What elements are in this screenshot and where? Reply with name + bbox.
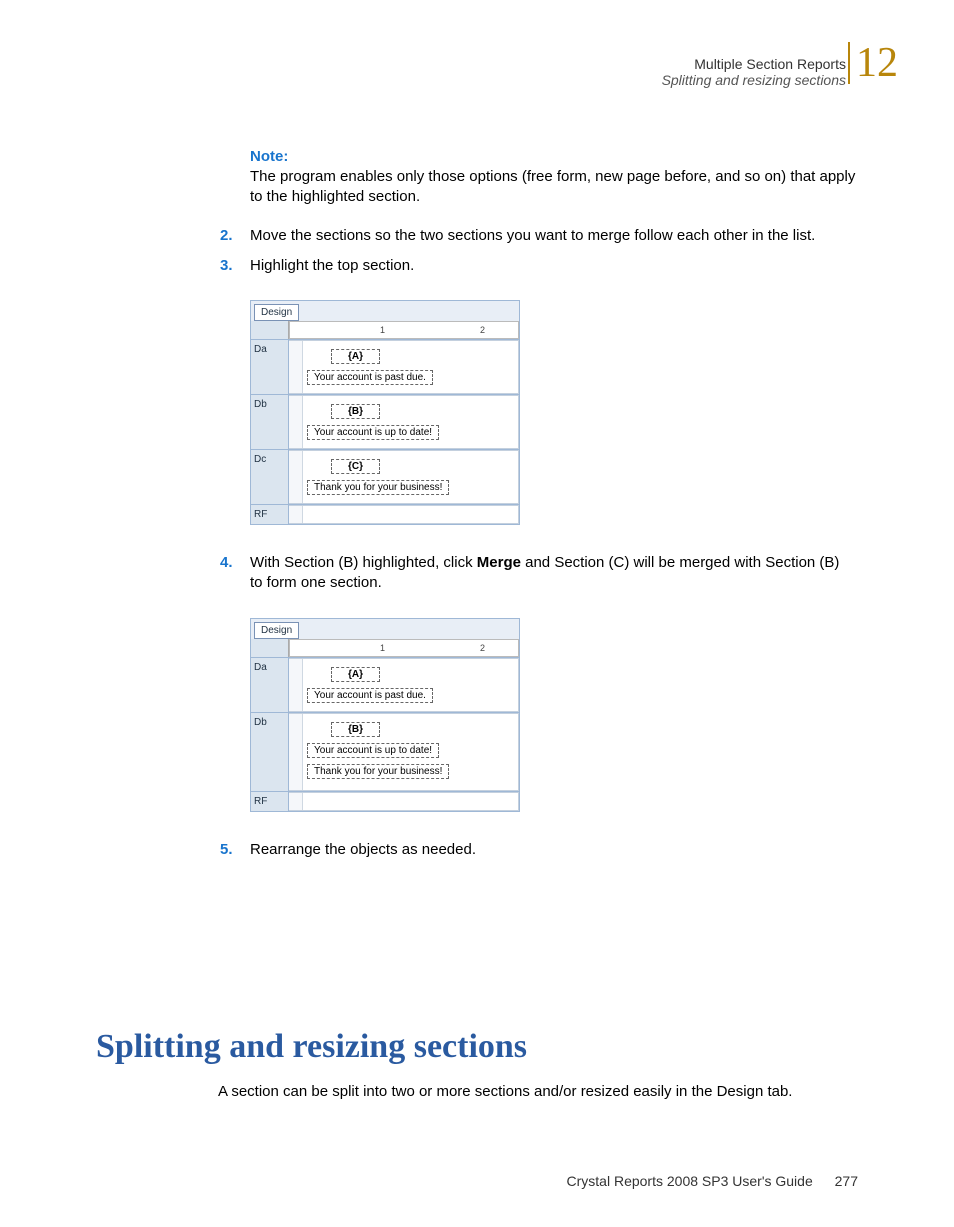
section-label-dc: Dc xyxy=(251,450,289,504)
vertical-ruler xyxy=(289,793,303,810)
vertical-ruler xyxy=(289,506,303,523)
footer-page: 277 xyxy=(835,1173,858,1189)
step-5-number: 5. xyxy=(220,840,233,860)
ruler-corner xyxy=(251,639,289,657)
field-c: {C} xyxy=(331,459,380,474)
section-label-da: Da xyxy=(251,340,289,394)
text-da: Your account is past due. xyxy=(307,688,433,703)
step-2: 2. Move the sections so the two sections… xyxy=(220,226,856,246)
section-rf: RF xyxy=(251,791,519,811)
field-a: {A} xyxy=(331,349,380,364)
field-b: {B} xyxy=(331,404,380,419)
step-4: 4. With Section (B) highlighted, click M… xyxy=(220,553,856,594)
section-body-rf xyxy=(289,505,519,524)
design-tab: Design xyxy=(254,304,299,321)
section-rf: RF xyxy=(251,504,519,524)
step-3: 3. Highlight the top section. xyxy=(220,256,856,276)
step-4-text: With Section (B) highlighted, click Merg… xyxy=(250,553,856,594)
footer-guide: Crystal Reports 2008 SP3 User's Guide xyxy=(567,1173,813,1189)
section-label-da: Da xyxy=(251,658,289,712)
section-body-db: {B} Your account is up to date! Thank yo… xyxy=(289,713,519,791)
text-db-1: Your account is up to date! xyxy=(307,743,439,758)
text-dc: Thank you for your business! xyxy=(307,480,449,495)
vertical-ruler xyxy=(289,396,303,448)
step-4-number: 4. xyxy=(220,553,233,573)
section-db: Db {B} Your account is up to date! xyxy=(251,394,519,449)
step-5-text: Rearrange the objects as needed. xyxy=(250,840,856,860)
field-b: {B} xyxy=(331,722,380,737)
page-header: Multiple Section Reports Splitting and r… xyxy=(662,56,846,88)
section-body-rf xyxy=(289,792,519,811)
note-text: The program enables only those options (… xyxy=(250,167,856,208)
section-heading: Splitting and resizing sections xyxy=(96,1028,527,1066)
field-a: {A} xyxy=(331,667,380,682)
vertical-ruler xyxy=(289,341,303,393)
section-da: Da {A} Your account is past due. xyxy=(251,657,519,712)
design-tab: Design xyxy=(254,622,299,639)
chapter-number: 12 xyxy=(848,42,898,84)
section-body-da: {A} Your account is past due. xyxy=(289,340,519,394)
vertical-ruler xyxy=(289,451,303,503)
text-da: Your account is past due. xyxy=(307,370,433,385)
figure-before-merge: Design 1 2 Da {A} Your account is past d… xyxy=(250,300,520,525)
text-db: Your account is up to date! xyxy=(307,425,439,440)
section-body-da: {A} Your account is past due. xyxy=(289,658,519,712)
figure-after-merge: Design 1 2 Da {A} Your account is past d… xyxy=(250,618,520,812)
vertical-ruler xyxy=(289,714,303,790)
step-3-text: Highlight the top section. xyxy=(250,256,856,276)
horizontal-ruler: 1 2 xyxy=(289,321,519,339)
note-label: Note: xyxy=(250,148,856,165)
vertical-ruler xyxy=(289,659,303,711)
section-label-rf: RF xyxy=(251,505,289,524)
section-label-rf: RF xyxy=(251,792,289,811)
horizontal-ruler: 1 2 xyxy=(289,639,519,657)
section-title: Splitting and resizing sections xyxy=(662,72,846,88)
page-footer: Crystal Reports 2008 SP3 User's Guide 27… xyxy=(567,1173,858,1189)
ruler-corner xyxy=(251,321,289,339)
step-2-number: 2. xyxy=(220,226,233,246)
section-intro: A section can be split into two or more … xyxy=(218,1082,856,1102)
section-db: Db {B} Your account is up to date! Thank… xyxy=(251,712,519,791)
section-label-db: Db xyxy=(251,713,289,791)
step-3-number: 3. xyxy=(220,256,233,276)
section-body-dc: {C} Thank you for your business! xyxy=(289,450,519,504)
step-2-text: Move the sections so the two sections yo… xyxy=(250,226,856,246)
chapter-title: Multiple Section Reports xyxy=(662,56,846,72)
section-label-db: Db xyxy=(251,395,289,449)
text-db-2: Thank you for your business! xyxy=(307,764,449,779)
section-dc: Dc {C} Thank you for your business! xyxy=(251,449,519,504)
step-5: 5. Rearrange the objects as needed. xyxy=(220,840,856,860)
section-body-db: {B} Your account is up to date! xyxy=(289,395,519,449)
section-da: Da {A} Your account is past due. xyxy=(251,339,519,394)
